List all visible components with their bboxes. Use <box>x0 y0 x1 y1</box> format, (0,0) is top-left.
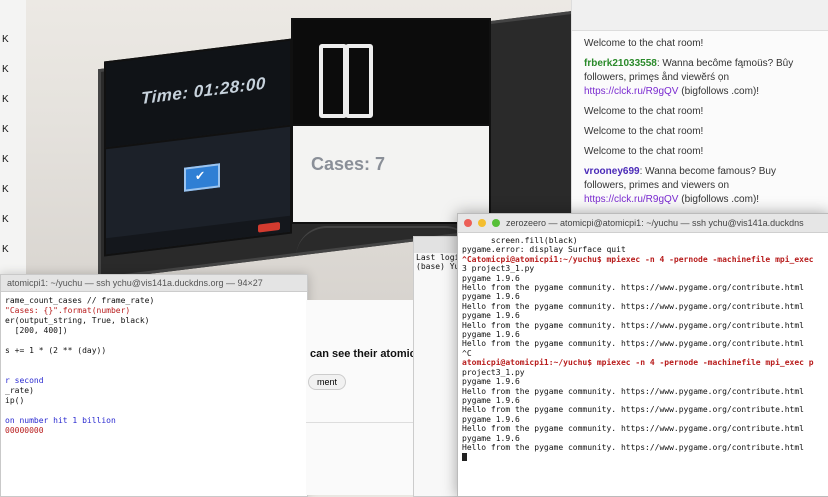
code-line: pygame 1.9.6 <box>462 330 520 340</box>
left-list-strip: K K K K K K K K <box>0 0 27 280</box>
chat-username[interactable]: vrooney699 <box>584 166 640 177</box>
monitor-hourglass <box>291 18 491 134</box>
code-line: ^C <box>462 348 472 358</box>
terminal-cursor-line[interactable] <box>458 452 828 461</box>
terminal-titlebar[interactable]: zerozeero — atomicpi@atomicpi1: ~/yuchu … <box>458 214 828 233</box>
chat-link[interactable]: https://clck.ru/R9gQV <box>584 194 678 205</box>
close-icon[interactable] <box>464 219 472 227</box>
code-line: pygame 1.9.6 <box>462 273 520 283</box>
chat-header <box>572 0 828 31</box>
monitor-cases: Cases: 7 <box>291 124 491 224</box>
code-line: Hello from the pygame community. https:/… <box>462 339 804 349</box>
chat-link[interactable]: https://clck.ru/R9gQV <box>584 86 678 97</box>
code-line: project3_1.py <box>462 367 525 377</box>
code-line: er(output_string, True, black) <box>5 316 150 325</box>
chat-username[interactable]: frberk21033558 <box>584 58 657 69</box>
cursor <box>462 452 467 461</box>
code-line: Hello from the pygame community. https:/… <box>462 442 804 452</box>
time-display: Time: 01:28:00 <box>141 73 266 108</box>
left-list-item[interactable]: K <box>2 154 9 165</box>
zoom-icon[interactable] <box>492 219 500 227</box>
code-line: screen.fill(black) <box>462 236 578 245</box>
code-line: rame_count_cases // frame_rate) <box>5 296 155 305</box>
code-line: pygame 1.9.6 <box>462 395 520 405</box>
end-meeting-button <box>258 221 280 233</box>
left-list-item[interactable]: K <box>2 244 9 255</box>
chat-message-text: (bigfollows .com)! <box>678 86 760 97</box>
terminal-window-main[interactable]: zerozeero — atomicpi@atomicpi1: ~/yuchu … <box>457 213 828 497</box>
chat-message-text: (bigfollows .com)! <box>678 194 760 205</box>
code-line: pygame 1.9.6 <box>462 414 520 424</box>
code-line: pygame 1.9.6 <box>462 433 520 443</box>
chat-message: Welcome to the chat room! <box>584 145 817 159</box>
code-line: r second <box>5 376 44 385</box>
code-line: pygame 1.9.6 <box>462 311 520 321</box>
chat-panel: Welcome to the chat room! frberk21033558… <box>571 0 828 222</box>
left-list-item[interactable]: K <box>2 184 9 195</box>
left-list-item[interactable]: K <box>2 34 9 45</box>
page-heading-fragment: can see their atomic p <box>310 348 426 360</box>
left-list-item[interactable]: K <box>2 124 9 135</box>
code-line: Hello from the pygame community. https:/… <box>462 320 804 330</box>
code-line: "Cases: {}".format(number) <box>5 306 131 315</box>
terminal-title[interactable]: atomicpi1: ~/yuchu — ssh ychu@vis141a.du… <box>1 275 307 292</box>
code-line: Hello from the pygame community. https:/… <box>462 386 804 396</box>
code-line: on number hit 1 billion <box>5 416 116 425</box>
code-line: Hello from the pygame community. https:/… <box>462 424 804 434</box>
code-line: ^Catomicpi@atomicpi1:~/yuchu$ mpiexec -n… <box>462 254 814 264</box>
chat-message: vrooney699: Wanna become famous? Buy fol… <box>584 165 817 207</box>
chat-message-text: Welcome to the chat room! <box>584 146 704 157</box>
code-line: 00000000 <box>5 426 44 435</box>
divider <box>306 422 416 423</box>
code-line: Hello from the pygame community. https:/… <box>462 283 804 293</box>
code-line: s += 1 * (2 ** (day)) <box>5 346 107 355</box>
code-line: atomicpi@atomicpi1:~/yuchu$ mpiexec -n 4… <box>462 358 814 368</box>
chat-message: Welcome to the chat room! <box>584 125 817 139</box>
code-line: pygame 1.9.6 <box>462 377 520 387</box>
terminal-title: zerozeero — atomicpi@atomicpi1: ~/yuchu … <box>506 218 804 228</box>
minimize-icon[interactable] <box>478 219 486 227</box>
left-list-item[interactable]: K <box>2 214 9 225</box>
code-line: Hello from the pygame community. https:/… <box>462 405 804 415</box>
hourglass-shape <box>345 44 373 118</box>
cases-display: Cases: 7 <box>311 154 386 174</box>
terminal-window-left[interactable]: atomicpi1: ~/yuchu — ssh ychu@vis141a.du… <box>0 274 308 497</box>
code-line: pygame.error: display Surface quit <box>462 245 626 255</box>
hourglass-shape <box>319 44 347 118</box>
chat-message: Welcome to the chat room! <box>584 105 817 119</box>
left-list-item[interactable]: K <box>2 64 9 75</box>
check-icon: ✔ <box>195 168 206 184</box>
code-line: [200, 400]) <box>5 326 68 335</box>
code-line: ip() <box>5 396 25 405</box>
zoom-share-tile: ✔ <box>184 163 220 192</box>
chat-message: Welcome to the chat room! <box>584 37 817 51</box>
chat-message: frberk21033558: Wanna becôme fąmoüs? Bûy… <box>584 57 817 99</box>
comment-chip[interactable]: ment <box>308 374 347 390</box>
code-line: pygame 1.9.6 <box>462 292 520 302</box>
chat-message-text: Welcome to the chat room! <box>584 126 704 137</box>
code-line: Hello from the pygame community. https:/… <box>462 301 804 311</box>
left-list-item[interactable]: K <box>2 94 9 105</box>
terminal-output[interactable]: screen.fill(black) pygame.error: display… <box>458 233 828 462</box>
chat-message-text: Welcome to the chat room! <box>584 38 704 49</box>
code-line: 3 project3_1.py <box>462 264 535 274</box>
chat-message-text: Welcome to the chat room! <box>584 106 704 117</box>
code-line: _rate) <box>5 386 34 395</box>
background-webpage: can see their atomic p ment <box>306 300 426 495</box>
monitor-zoom: ✔ <box>104 124 292 257</box>
